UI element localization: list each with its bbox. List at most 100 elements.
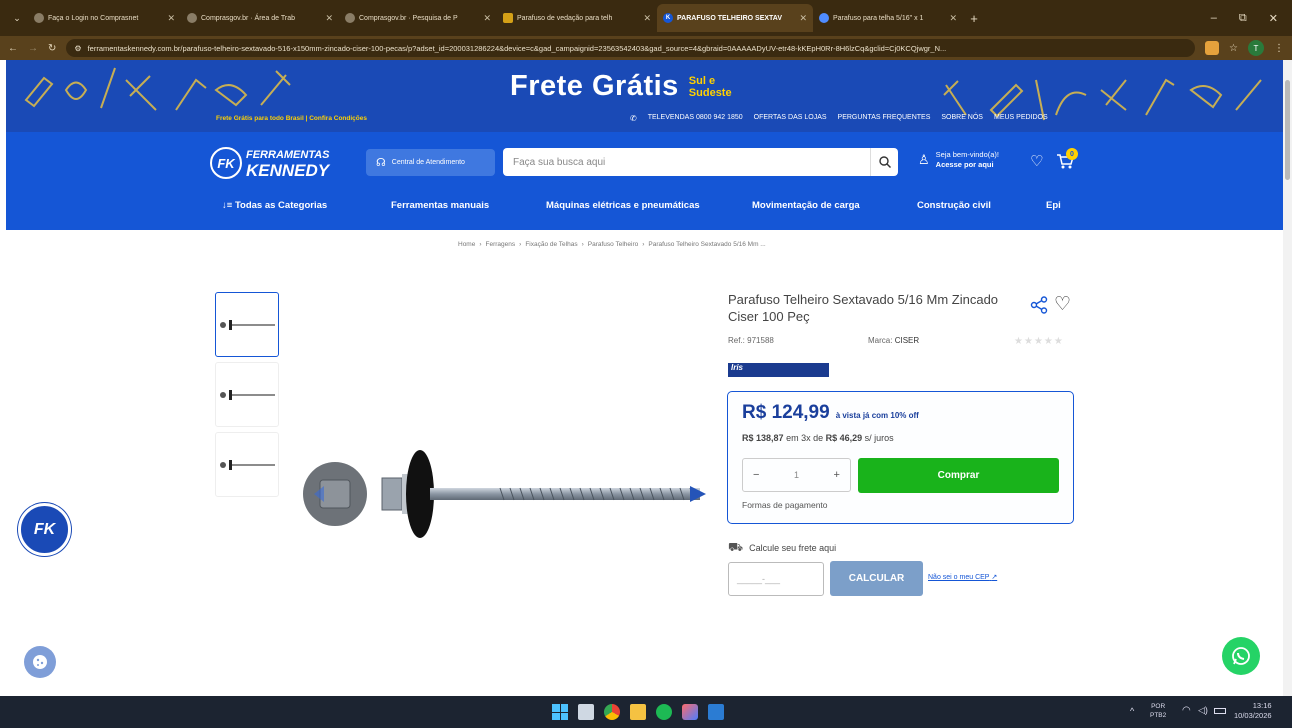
breadcrumb-link[interactable]: Parafuso Telheiro — [588, 241, 638, 248]
product-title: Parafuso Telheiro Sextavado 5/16 Mm Zinc… — [728, 292, 999, 324]
clock[interactable]: 13:16 10/03/2026 — [1234, 701, 1272, 721]
search-button[interactable] — [870, 148, 898, 176]
search-input[interactable]: Faça sua busca aqui — [503, 148, 898, 176]
free-shipping-headline: Frete Grátis Sul e Sudeste — [510, 70, 732, 102]
tab-list-button[interactable]: ⌄ — [6, 4, 28, 32]
favorite-heart-icon[interactable]: ♡ — [1054, 293, 1071, 316]
rating-stars[interactable]: ★★★★★ — [1014, 336, 1064, 347]
breadcrumb-link[interactable]: Home — [458, 241, 475, 248]
breadcrumb-current: Parafuso Telheiro Sextavado 5/16 Mm ... — [648, 241, 766, 248]
promo-banner[interactable]: Frete Grátis Sul e Sudeste Frete Grátis … — [6, 60, 1283, 132]
product-thumbnail[interactable] — [215, 362, 279, 427]
headset-icon: ☊ — [376, 157, 386, 169]
cash-price: R$ 124,99 — [742, 402, 830, 423]
about-link[interactable]: SOBRE NÓS — [941, 114, 983, 123]
site-logo[interactable]: FK FERRAMENTAS KENNEDY — [210, 146, 345, 180]
televendas-link[interactable]: TELEVENDAS 0800 942 1850 — [648, 114, 743, 123]
profile-avatar[interactable]: T — [1248, 40, 1264, 56]
buy-button[interactable]: Comprar — [858, 458, 1059, 493]
whatsapp-button[interactable] — [1222, 637, 1260, 675]
restore-button[interactable]: ⧉ — [1239, 12, 1247, 25]
chevron-up-icon[interactable]: ^ — [1130, 706, 1134, 716]
volume-icon[interactable]: ◁) — [1198, 705, 1208, 716]
os-taskbar: ^ POR PTB2 ◠ ◁) 13:16 10/03/2026 — [0, 696, 1292, 728]
scrollbar-thumb[interactable] — [1285, 80, 1290, 180]
cep-input[interactable]: _____-___ — [728, 562, 824, 596]
close-icon[interactable]: ✕ — [319, 13, 333, 24]
close-icon[interactable]: ✕ — [637, 13, 651, 24]
browser-tab[interactable]: Parafuso para telha 5/16" x 1 ✕ — [813, 4, 963, 32]
share-icon[interactable] — [1030, 296, 1048, 314]
payment-methods-link[interactable]: Formas de pagamento — [742, 500, 828, 510]
app-icon[interactable] — [682, 704, 698, 720]
star-icon: ★ — [1014, 336, 1024, 347]
product-main-image[interactable] — [300, 440, 710, 550]
cep-help-link[interactable]: Não sei o meu CEP ↗ — [928, 573, 997, 581]
close-icon[interactable]: ✕ — [477, 13, 491, 24]
nav-power-tools[interactable]: Máquinas elétricas e pneumáticas — [546, 200, 700, 220]
kennedy-site-icon: K — [663, 13, 673, 23]
star-icon: ★ — [1033, 336, 1044, 347]
new-tab-button[interactable]: + — [963, 4, 985, 32]
breadcrumb-link[interactable]: Fixação de Telhas — [525, 241, 577, 248]
browser-tab[interactable]: Comprasgov.br · Área de Trab ✕ — [181, 4, 339, 32]
cookie-settings-button[interactable] — [24, 646, 56, 678]
plus-icon: + — [970, 10, 978, 26]
menu-icon[interactable]: ⋮ — [1274, 43, 1284, 54]
product-thumbnail[interactable] — [215, 432, 279, 497]
my-orders-link[interactable]: MEUS PEDIDOS — [994, 114, 1048, 123]
nav-epi[interactable]: Epi — [1046, 200, 1061, 220]
account-link[interactable]: ♙ Seja bem-vindo(a)! Acesse por aqui — [918, 150, 999, 170]
support-button[interactable]: ☊ Central de Atendimento — [366, 149, 495, 176]
store-offers-link[interactable]: OFERTAS DAS LOJAS — [754, 114, 827, 123]
screw-thumbnail-image — [220, 319, 275, 330]
windows-start-icon[interactable] — [552, 704, 568, 720]
nav-construction[interactable]: Construção civil — [917, 200, 991, 220]
task-view-icon[interactable] — [578, 704, 594, 720]
decrease-quantity-button[interactable]: − — [753, 469, 759, 481]
close-icon[interactable]: ✕ — [943, 13, 957, 24]
forward-icon[interactable]: → — [28, 43, 38, 54]
battery-icon[interactable] — [1214, 708, 1226, 714]
browser-tab[interactable]: Parafuso de vedação para telh ✕ — [497, 4, 657, 32]
close-icon[interactable]: ✕ — [161, 13, 175, 24]
kennedy-chat-button[interactable]: FK — [18, 503, 71, 556]
browser-tab-active[interactable]: K PARAFUSO TELHEIRO SEXTAV ✕ — [657, 4, 813, 32]
top-links: ✆ TELEVENDAS 0800 942 1850 OFERTAS DAS L… — [630, 114, 1048, 123]
nav-load-handling[interactable]: Movimentação de carga — [752, 200, 860, 220]
chrome-icon[interactable] — [604, 704, 620, 720]
increase-quantity-button[interactable]: + — [834, 469, 840, 481]
extension-icon[interactable] — [1205, 41, 1220, 55]
breadcrumb: Home › Ferragens › Fixação de Telhas › Para… — [458, 241, 766, 248]
site-info-icon[interactable]: ⚙ — [74, 44, 81, 53]
bookmark-star-icon[interactable]: ☆ — [1229, 43, 1238, 54]
minimize-button[interactable]: – — [1211, 12, 1217, 25]
spotify-icon[interactable] — [656, 704, 672, 720]
nav-all-categories[interactable]: ↓≡ Todas as Categorias — [222, 200, 327, 220]
shipping-calculator-label: ⛟ Calcule seu frete aqui — [728, 540, 837, 554]
wishlist-heart-icon[interactable]: ♡ — [1030, 152, 1043, 170]
file-explorer-icon[interactable] — [630, 704, 646, 720]
url-field[interactable]: ⚙ ferramentaskennedy.com.br/parafuso-tel… — [66, 39, 1196, 57]
site-icon — [34, 13, 44, 23]
free-shipping-subtext[interactable]: Frete Grátis para todo Brasil | Confira … — [216, 115, 367, 122]
faq-link[interactable]: PERGUNTAS FREQUENTES — [838, 114, 931, 123]
external-link-icon: ↗ — [991, 574, 998, 581]
wifi-icon[interactable]: ◠ — [1182, 705, 1191, 716]
document-app-icon[interactable] — [708, 704, 724, 720]
site-icon — [819, 13, 829, 23]
nav-hand-tools[interactable]: Ferramentas manuais — [391, 200, 489, 220]
page-scrollbar[interactable] — [1283, 60, 1292, 696]
breadcrumb-link[interactable]: Ferragens — [486, 241, 516, 248]
cart-button[interactable]: 0 — [1056, 148, 1080, 172]
browser-tab[interactable]: Faça o Login no Comprasnet ✕ — [28, 4, 181, 32]
calculate-shipping-button[interactable]: CALCULAR — [830, 561, 923, 596]
product-thumbnail[interactable] — [215, 292, 279, 357]
browser-tab[interactable]: Comprasgov.br · Pesquisa de P ✕ — [339, 4, 497, 32]
close-window-button[interactable]: ✕ — [1269, 12, 1278, 25]
reload-icon[interactable]: ↻ — [48, 43, 56, 54]
back-icon[interactable]: ← — [8, 43, 18, 54]
language-indicator[interactable]: POR PTB2 — [1150, 702, 1166, 720]
close-icon[interactable]: ✕ — [793, 13, 807, 24]
quantity-value[interactable]: 1 — [794, 470, 799, 480]
